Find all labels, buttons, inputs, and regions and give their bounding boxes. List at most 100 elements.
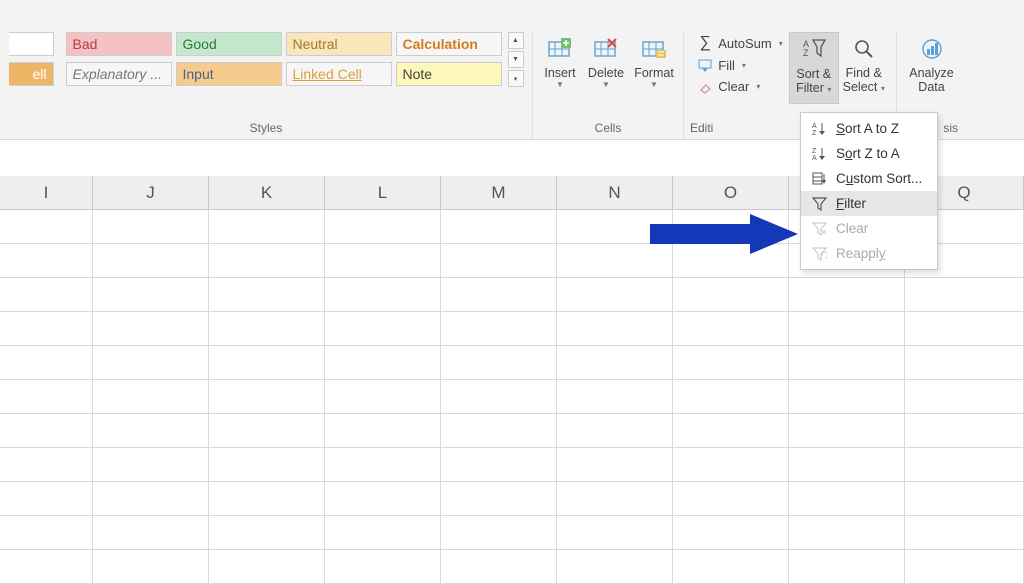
grid-cell[interactable] xyxy=(441,278,557,312)
style-swatch-explanatory[interactable]: Explanatory ... xyxy=(66,62,172,86)
grid-cell[interactable] xyxy=(441,414,557,448)
grid-cell[interactable] xyxy=(673,482,789,516)
grid-cell[interactable] xyxy=(789,414,905,448)
grid-cell[interactable] xyxy=(905,414,1024,448)
grid-cell[interactable] xyxy=(557,516,673,550)
grid-cell[interactable] xyxy=(209,346,325,380)
grid-cell[interactable] xyxy=(557,380,673,414)
grid-cell[interactable] xyxy=(325,380,441,414)
grid-cell[interactable] xyxy=(673,516,789,550)
grid-cell[interactable] xyxy=(441,448,557,482)
grid-cell[interactable] xyxy=(93,312,209,346)
style-swatch-partial-bottom[interactable]: ell xyxy=(9,62,54,86)
grid-cell[interactable] xyxy=(325,278,441,312)
grid-cell[interactable] xyxy=(0,482,93,516)
grid-cell[interactable] xyxy=(325,210,441,244)
grid-cell[interactable] xyxy=(0,414,93,448)
delete-button[interactable]: Delete ▼ xyxy=(583,32,629,104)
fill-button[interactable]: Fill ▾ xyxy=(697,58,783,73)
column-header[interactable]: M xyxy=(441,176,557,210)
grid-cell[interactable] xyxy=(441,210,557,244)
grid-cell[interactable] xyxy=(93,210,209,244)
menu-filter[interactable]: Filter xyxy=(801,191,937,216)
grid-cell[interactable] xyxy=(557,448,673,482)
grid-cell[interactable] xyxy=(93,482,209,516)
column-header[interactable]: O xyxy=(673,176,789,210)
style-swatch-linked[interactable]: Linked Cell xyxy=(286,62,392,86)
menu-sort-a-to-z[interactable]: AZ Sort A to Z xyxy=(801,116,937,141)
grid-cell[interactable] xyxy=(789,346,905,380)
column-header[interactable]: I xyxy=(0,176,93,210)
menu-custom-sort[interactable]: Custom Sort... xyxy=(801,166,937,191)
grid-cell[interactable] xyxy=(325,482,441,516)
grid-cell[interactable] xyxy=(0,448,93,482)
grid-cell[interactable] xyxy=(673,312,789,346)
grid-cell[interactable] xyxy=(557,278,673,312)
column-header[interactable]: L xyxy=(325,176,441,210)
grid-cell[interactable] xyxy=(325,346,441,380)
column-header[interactable]: J xyxy=(93,176,209,210)
grid-cell[interactable] xyxy=(673,380,789,414)
style-swatch-good[interactable]: Good xyxy=(176,32,282,56)
grid-cell[interactable] xyxy=(789,278,905,312)
grid-cell[interactable] xyxy=(209,380,325,414)
column-header[interactable]: K xyxy=(209,176,325,210)
grid-cell[interactable] xyxy=(209,516,325,550)
grid-cell[interactable] xyxy=(441,346,557,380)
clear-button[interactable]: Clear ▾ xyxy=(697,79,783,94)
grid-cell[interactable] xyxy=(0,312,93,346)
autosum-button[interactable]: ∑ AutoSum ▾ xyxy=(697,34,783,52)
grid-cell[interactable] xyxy=(557,482,673,516)
grid-cell[interactable] xyxy=(93,278,209,312)
style-swatch-bad[interactable]: Bad xyxy=(66,32,172,56)
gallery-more-button[interactable]: ▾ xyxy=(508,70,524,87)
grid-cell[interactable] xyxy=(673,448,789,482)
grid-cell[interactable] xyxy=(905,448,1024,482)
grid-cell[interactable] xyxy=(905,278,1024,312)
grid-cell[interactable] xyxy=(0,550,93,584)
grid-cell[interactable] xyxy=(209,550,325,584)
grid-cell[interactable] xyxy=(441,550,557,584)
grid-cell[interactable] xyxy=(557,312,673,346)
grid-cell[interactable] xyxy=(325,448,441,482)
grid-cell[interactable] xyxy=(0,346,93,380)
style-swatch-calculation[interactable]: Calculation xyxy=(396,32,502,56)
grid-cell[interactable] xyxy=(673,550,789,584)
grid-cell[interactable] xyxy=(673,414,789,448)
grid-cell[interactable] xyxy=(789,312,905,346)
grid-cell[interactable] xyxy=(209,414,325,448)
format-button[interactable]: Format ▼ xyxy=(629,32,679,104)
grid-cell[interactable] xyxy=(93,244,209,278)
grid-cell[interactable] xyxy=(209,312,325,346)
style-swatch-note[interactable]: Note xyxy=(396,62,502,86)
style-swatch-partial-top[interactable] xyxy=(9,32,54,56)
grid-cell[interactable] xyxy=(441,244,557,278)
grid-cell[interactable] xyxy=(209,448,325,482)
grid-cell[interactable] xyxy=(789,380,905,414)
grid-cell[interactable] xyxy=(673,346,789,380)
grid-cell[interactable] xyxy=(93,516,209,550)
grid-cell[interactable] xyxy=(905,346,1024,380)
grid-cell[interactable] xyxy=(325,244,441,278)
grid-cell[interactable] xyxy=(905,516,1024,550)
grid-cell[interactable] xyxy=(0,210,93,244)
grid-cell[interactable] xyxy=(905,482,1024,516)
grid-cell[interactable] xyxy=(789,448,905,482)
grid-cell[interactable] xyxy=(673,278,789,312)
style-swatch-neutral[interactable]: Neutral xyxy=(286,32,392,56)
grid-cell[interactable] xyxy=(905,312,1024,346)
grid-cell[interactable] xyxy=(557,414,673,448)
grid-cell[interactable] xyxy=(441,482,557,516)
grid-cell[interactable] xyxy=(93,550,209,584)
grid-cell[interactable] xyxy=(325,414,441,448)
grid-cell[interactable] xyxy=(441,516,557,550)
grid-cell[interactable] xyxy=(93,380,209,414)
grid-cell[interactable] xyxy=(441,312,557,346)
grid-cell[interactable] xyxy=(209,482,325,516)
grid-cell[interactable] xyxy=(0,244,93,278)
grid-cell[interactable] xyxy=(325,312,441,346)
grid-cell[interactable] xyxy=(441,380,557,414)
sort-filter-button[interactable]: AZ Sort & Filter ▾ xyxy=(789,32,839,104)
grid-cell[interactable] xyxy=(325,516,441,550)
grid-cell[interactable] xyxy=(209,210,325,244)
